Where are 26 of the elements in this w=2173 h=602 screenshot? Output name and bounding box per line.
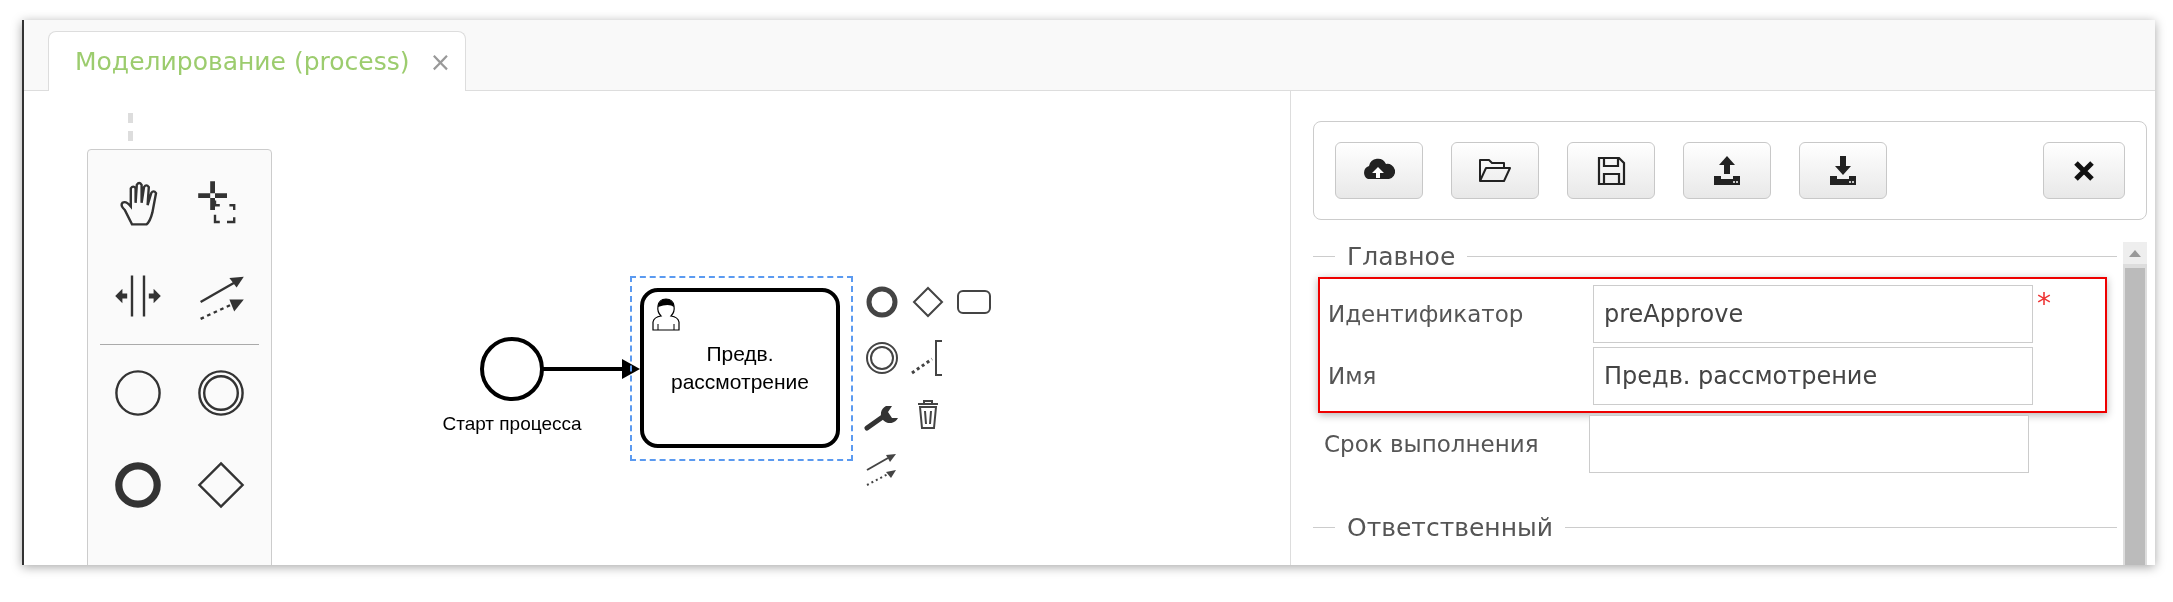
toolbar-button[interactable] (1335, 142, 1423, 199)
text-field[interactable]: Предв. рассмотрение (1593, 347, 2033, 405)
toolbar-button[interactable] (1451, 142, 1539, 199)
text-field[interactable] (1589, 415, 2029, 473)
field-label: Идентификатор (1328, 301, 1525, 327)
close-button[interactable] (2043, 142, 2125, 199)
section-title: Главное (1347, 242, 1456, 271)
drop-guide (128, 113, 133, 143)
toolbar-button[interactable] (1683, 142, 1771, 199)
toolbar-button[interactable] (1799, 142, 1887, 199)
thick-circle-icon[interactable] (864, 284, 900, 320)
event-label: Старт процесса (441, 413, 583, 435)
task-label: Предв. рассмотрение (670, 341, 810, 395)
toolbar-button[interactable] (1567, 142, 1655, 199)
start-event[interactable] (480, 337, 544, 401)
section-title: Ответственный (1347, 513, 1554, 542)
field-label: Имя (1328, 363, 1378, 389)
field-label: Срок выполнения (1324, 431, 1540, 457)
required-mark: * (2037, 287, 2051, 320)
scrollbar[interactable] (2123, 242, 2147, 565)
sequence-flow[interactable] (542, 359, 640, 379)
double-circle-icon[interactable] (864, 340, 900, 376)
diamond-icon[interactable] (910, 284, 946, 320)
user-icon (651, 297, 681, 331)
user-task[interactable]: Предв. рассмотрение (640, 288, 840, 448)
text-field[interactable]: preApprove (1593, 285, 2033, 343)
